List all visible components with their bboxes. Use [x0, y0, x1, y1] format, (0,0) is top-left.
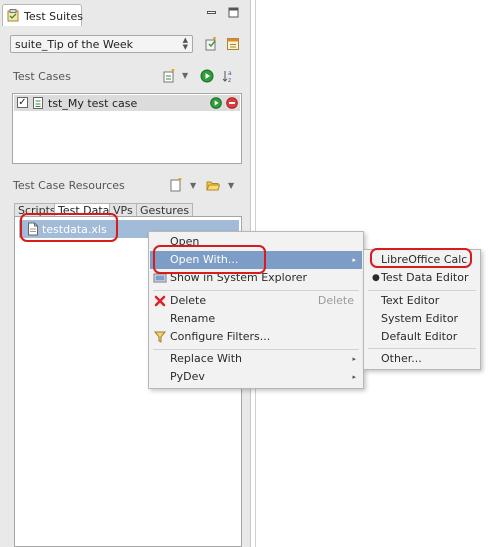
menu-separator: [153, 290, 359, 291]
menu-separator: [368, 290, 476, 291]
menu-item-delete-shortcut: Delete: [317, 294, 354, 307]
menu-separator: [368, 348, 476, 349]
minimize-icon[interactable]: [206, 7, 217, 18]
system-explorer-icon: [153, 271, 167, 285]
test-cases-title: Test Cases: [13, 70, 71, 83]
menu-item-default-editor[interactable]: Default Editor: [365, 328, 479, 346]
view-tab-test-suites[interactable]: Test Suites: [2, 4, 83, 26]
file-label: testdata.xls: [42, 223, 107, 236]
menu-item-open-label: Open: [170, 235, 200, 248]
filter-icon: [153, 330, 167, 344]
menu-item-libreoffice-calc[interactable]: LibreOffice Calc: [365, 251, 479, 269]
svg-text:a: a: [228, 70, 232, 77]
selected-bullet-icon: ●: [372, 273, 380, 283]
menu-item-rename-label: Rename: [170, 312, 216, 325]
test-case-resources-title: Test Case Resources: [13, 179, 125, 192]
new-resource-dropdown-icon[interactable]: ▼: [190, 181, 196, 190]
menu-item-delete-label: Delete: [170, 294, 207, 307]
menu-item-open[interactable]: Open: [150, 233, 362, 251]
view-title: Test Suites: [24, 10, 83, 23]
menu-item-open-with-label: Open With...: [170, 253, 239, 266]
open-with-submenu: LibreOffice Calc ● Test Data Editor Text…: [363, 249, 481, 370]
test-cases-list: ✓ tst_My test case: [12, 93, 242, 164]
menu-item-pydev[interactable]: PyDev ▸: [150, 368, 362, 386]
menu-item-replace-with[interactable]: Replace With ▸: [150, 350, 362, 368]
menu-item-configure-filters-label: Configure Filters...: [170, 330, 271, 343]
stop-icon[interactable]: [226, 97, 238, 109]
delete-icon: [153, 294, 167, 308]
list-item[interactable]: ✓ tst_My test case: [14, 95, 240, 111]
submenu-arrow-icon: ▸: [352, 355, 356, 363]
svg-text:z: z: [228, 77, 231, 83]
new-test-case-icon[interactable]: [162, 68, 176, 83]
menu-item-open-with[interactable]: Open With... ▸: [150, 251, 362, 269]
menu-item-system-editor-label: System Editor: [381, 312, 459, 325]
tab-gestures[interactable]: Gestures: [136, 203, 194, 217]
new-test-case-dropdown-icon[interactable]: ▼: [182, 71, 188, 80]
menu-item-other[interactable]: Other...: [365, 350, 479, 368]
menu-item-configure-filters[interactable]: Configure Filters...: [150, 328, 362, 346]
open-folder-icon[interactable]: [206, 178, 221, 192]
spinner-arrows-icon: ▲ ▼: [182, 36, 188, 51]
menu-item-rename[interactable]: Rename: [150, 310, 362, 328]
new-suite-icon[interactable]: [204, 36, 218, 51]
menu-item-libreoffice-calc-label: LibreOffice Calc: [381, 253, 468, 266]
menu-item-other-label: Other...: [381, 352, 422, 365]
menu-item-delete[interactable]: Delete Delete: [150, 292, 362, 310]
new-resource-icon[interactable]: [169, 177, 183, 192]
suite-select-value: suite_Tip of the Week: [15, 38, 134, 51]
submenu-arrow-icon: ▸: [352, 373, 356, 381]
test-case-icon: [32, 96, 45, 110]
sort-az-icon[interactable]: az: [222, 69, 236, 84]
file-icon: [27, 222, 39, 236]
context-menu: Open Open With... ▸ Show in System Explo…: [148, 231, 364, 389]
menu-item-pydev-label: PyDev: [170, 370, 205, 383]
test-case-label: tst_My test case: [48, 97, 138, 110]
suite-select[interactable]: suite_Tip of the Week ▲ ▼: [10, 35, 193, 53]
tab-test-data[interactable]: Test Data: [54, 203, 114, 217]
tab-vps[interactable]: VPs: [109, 203, 137, 217]
menu-item-text-editor[interactable]: Text Editor: [365, 292, 479, 310]
run-test-case-icon[interactable]: [200, 69, 214, 83]
test-case-checkbox[interactable]: ✓: [17, 97, 28, 108]
suite-settings-icon[interactable]: [226, 37, 240, 51]
menu-item-show-in-system-explorer-label: Show in System Explorer: [170, 271, 308, 284]
submenu-arrow-icon: ▸: [352, 256, 356, 264]
maximize-icon[interactable]: [228, 7, 239, 18]
open-folder-dropdown-icon[interactable]: ▼: [228, 181, 234, 190]
menu-item-replace-with-label: Replace With: [170, 352, 242, 365]
menu-item-show-in-system-explorer[interactable]: Show in System Explorer: [150, 269, 362, 287]
menu-item-test-data-editor-label: Test Data Editor: [381, 271, 469, 284]
tab-scripts[interactable]: Scripts: [14, 203, 60, 217]
menu-item-text-editor-label: Text Editor: [381, 294, 440, 307]
menu-item-system-editor[interactable]: System Editor: [365, 310, 479, 328]
test-suites-icon: [7, 9, 19, 22]
menu-item-default-editor-label: Default Editor: [381, 330, 458, 343]
menu-item-test-data-editor[interactable]: ● Test Data Editor: [365, 269, 479, 287]
run-icon[interactable]: [210, 97, 222, 109]
